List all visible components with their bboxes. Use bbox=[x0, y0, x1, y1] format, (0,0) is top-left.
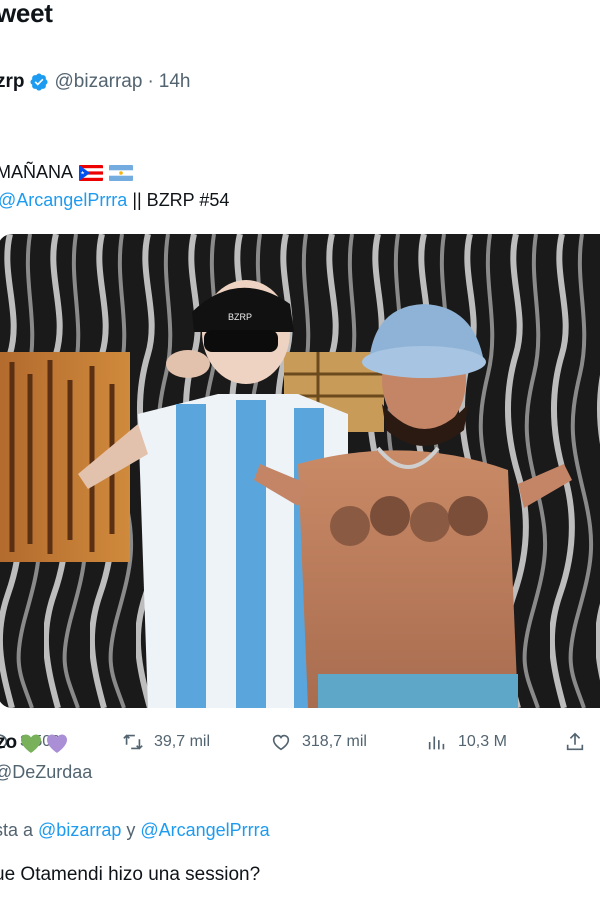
tweet-text-rest: || BZRP #54 bbox=[127, 190, 230, 210]
tweet-author-row: zrp @bizarrap · 14h bbox=[0, 70, 190, 94]
views-chart-icon bbox=[428, 736, 445, 750]
reply-author-handle[interactable]: @DeZurdaa bbox=[0, 762, 92, 783]
tweet-photo[interactable]: BZRP bbox=[0, 234, 600, 708]
tweet-text-line2: @ArcangelPrrra || BZRP #54 bbox=[0, 190, 229, 211]
replying-joiner: y bbox=[121, 820, 141, 840]
author-name[interactable]: zrp bbox=[0, 71, 25, 93]
reply-text: ue Otamendi hizo una session? bbox=[0, 864, 261, 885]
share-icon bbox=[566, 732, 584, 751]
green-heart-icon bbox=[19, 732, 43, 754]
like-button[interactable]: 318,7 mil bbox=[270, 726, 367, 758]
photo-image-icon: BZRP bbox=[0, 234, 600, 708]
replying-prefix: sta a bbox=[0, 820, 34, 840]
mention-link[interactable]: @ArcangelPrrra bbox=[0, 190, 127, 210]
views-button[interactable]: 10,3 M bbox=[426, 726, 507, 758]
author-handle[interactable]: @bizarrap bbox=[55, 71, 143, 93]
page-header: weet bbox=[0, 0, 600, 40]
tweet-actions: 3.500 39,7 mil 318,7 mil 10,3 M bbox=[0, 726, 600, 758]
separator-dot: · bbox=[147, 71, 154, 92]
replying-mention-arcangel[interactable]: @ArcangelPrrra bbox=[140, 820, 269, 840]
like-count: 318,7 mil bbox=[302, 733, 367, 750]
verified-badge-icon bbox=[29, 72, 49, 92]
puerto-rico-flag-icon bbox=[79, 164, 104, 181]
heart-icon bbox=[272, 734, 290, 751]
page-title: weet bbox=[0, 0, 53, 28]
purple-heart-icon bbox=[45, 732, 69, 754]
argentina-flag-icon bbox=[109, 164, 134, 181]
retweet-button[interactable]: 39,7 mil bbox=[122, 726, 210, 758]
cap-logo-text: BZRP bbox=[228, 312, 252, 322]
tweet-time[interactable]: 14h bbox=[159, 71, 191, 93]
view-count: 10,3 M bbox=[458, 733, 507, 750]
tweet-text: MAÑANA bbox=[0, 162, 74, 182]
share-button[interactable] bbox=[564, 726, 596, 758]
replying-to-line: sta a @bizarrap y @ArcangelPrrra bbox=[0, 820, 270, 841]
reply-author-row: zo bbox=[0, 732, 69, 754]
replying-mention-bizarrap[interactable]: @bizarrap bbox=[38, 820, 121, 840]
reply-author-name[interactable]: zo bbox=[0, 732, 17, 754]
tweet-text-line1: MAÑANA bbox=[0, 162, 134, 183]
retweet-icon bbox=[123, 734, 143, 750]
retweet-count: 39,7 mil bbox=[154, 733, 211, 750]
